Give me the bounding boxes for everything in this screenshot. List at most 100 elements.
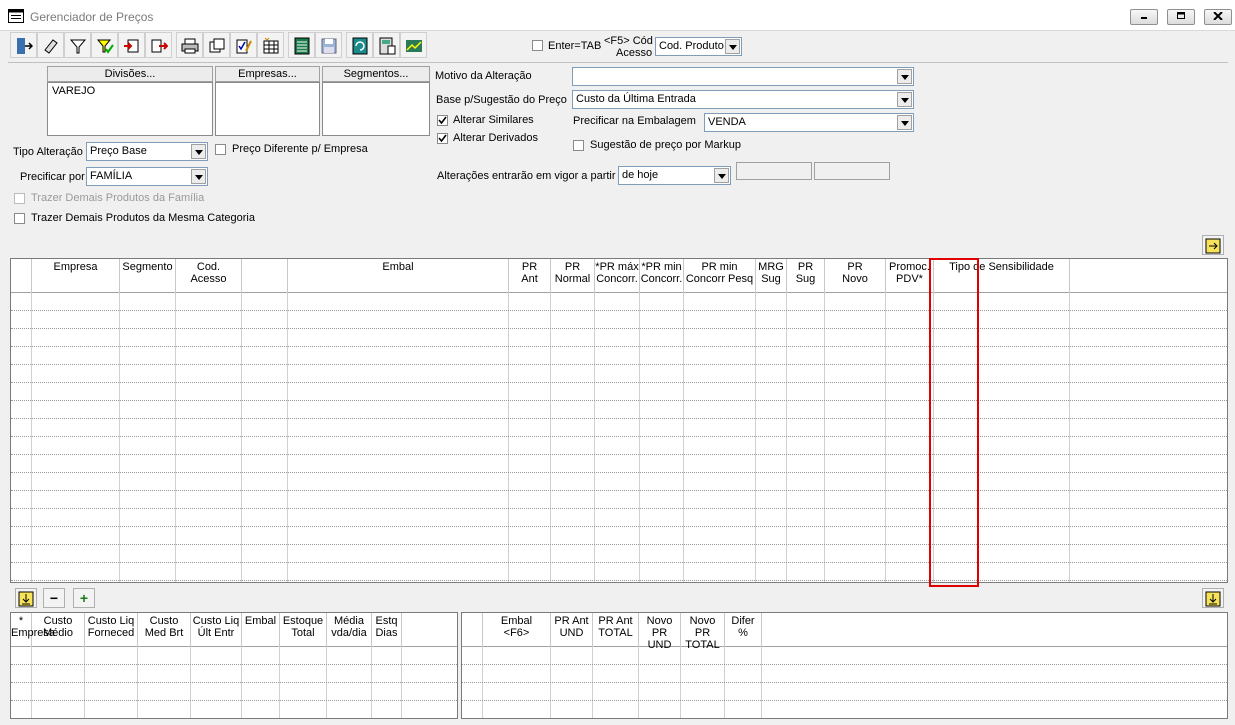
- column-header[interactable]: PR Novo: [825, 259, 886, 292]
- eraser-button[interactable]: [37, 32, 64, 58]
- copy-button[interactable]: [203, 32, 230, 58]
- print-button[interactable]: [176, 32, 203, 58]
- column-header[interactable]: Embal: [242, 613, 280, 646]
- table-row[interactable]: [11, 508, 1227, 509]
- preco-embal-grid[interactable]: Embal <F6> PR Ant UND PR Ant TOTAL Novo PR UND N…: [461, 612, 1228, 719]
- download-right-button[interactable]: [1202, 588, 1224, 608]
- table-row[interactable]: [462, 718, 1228, 719]
- download-button[interactable]: [15, 588, 37, 608]
- edit-check-button[interactable]: [230, 32, 257, 58]
- maximize-button[interactable]: [1167, 9, 1195, 25]
- table-row[interactable]: [11, 346, 1227, 347]
- chevron-down-icon[interactable]: [191, 144, 206, 159]
- alterar-similares-checkbox[interactable]: [437, 115, 448, 126]
- custo-grid-body[interactable]: [11, 646, 458, 719]
- column-header[interactable]: PR min Concorr Pesq: [684, 259, 756, 292]
- table-row[interactable]: [11, 580, 1227, 581]
- column-header[interactable]: Segmento: [120, 259, 176, 292]
- column-header[interactable]: PR Sug: [787, 259, 825, 292]
- alterar-derivados-checkbox[interactable]: [437, 133, 448, 144]
- grid-button[interactable]: [288, 32, 315, 58]
- add-row-button[interactable]: +: [73, 588, 95, 608]
- column-header[interactable]: Média vda/dia: [327, 613, 372, 646]
- export-grid-button[interactable]: [1202, 235, 1224, 255]
- column-header[interactable]: PR Ant UND: [551, 613, 593, 646]
- column-header[interactable]: Custo Médio: [32, 613, 85, 646]
- column-header[interactable]: PR Ant TOTAL: [593, 613, 639, 646]
- remove-row-button[interactable]: −: [43, 588, 65, 608]
- segmentos-list[interactable]: [322, 82, 430, 136]
- vigor-date-start-field[interactable]: [736, 162, 812, 180]
- column-header[interactable]: *PR máx Concorr.: [595, 259, 640, 292]
- export-button[interactable]: [145, 32, 172, 58]
- table-row[interactable]: [462, 700, 1227, 701]
- vigor-date-end-field[interactable]: [814, 162, 890, 180]
- column-header[interactable]: [11, 259, 32, 292]
- table-row[interactable]: [11, 526, 1227, 527]
- column-header[interactable]: Promoc. PDV*: [886, 259, 934, 292]
- segmentos-button[interactable]: Segmentos...: [322, 66, 430, 82]
- column-header[interactable]: Estoque Total: [280, 613, 327, 646]
- table-row[interactable]: [11, 562, 1227, 563]
- table-row[interactable]: [11, 544, 1227, 545]
- table-row[interactable]: [462, 664, 1227, 665]
- table-row[interactable]: [11, 472, 1227, 473]
- chevron-down-icon[interactable]: [725, 39, 740, 54]
- column-header[interactable]: Difer%: [725, 613, 762, 646]
- base-select[interactable]: Custo da Última Entrada: [572, 90, 914, 109]
- list-item[interactable]: VAREJO: [52, 85, 95, 97]
- chevron-down-icon[interactable]: [714, 168, 729, 183]
- column-header[interactable]: Custo Liq Forneced: [85, 613, 138, 646]
- column-header[interactable]: Novo PR UND: [639, 613, 681, 651]
- calculator-button[interactable]: [373, 32, 400, 58]
- precificar-por-select[interactable]: FAMÍLIA: [86, 167, 208, 186]
- column-header[interactable]: Embal <F6>: [483, 613, 551, 646]
- column-header[interactable]: [1070, 259, 1227, 292]
- column-header[interactable]: * Empresa: [11, 613, 55, 646]
- chevron-down-icon[interactable]: [897, 92, 912, 107]
- column-header[interactable]: Embal: [288, 259, 509, 292]
- table-row[interactable]: [11, 664, 457, 665]
- column-header[interactable]: MRG Sug: [756, 259, 787, 292]
- column-header[interactable]: Estq Dias: [372, 613, 402, 646]
- filter-check-button[interactable]: [91, 32, 118, 58]
- save-button[interactable]: [315, 32, 342, 58]
- sugestao-markup-checkbox[interactable]: [573, 140, 584, 151]
- import-button[interactable]: [118, 32, 145, 58]
- column-header[interactable]: Custo Liq Últ Entr: [191, 613, 242, 646]
- embalagem-select[interactable]: VENDA: [704, 113, 914, 132]
- cod-acesso-select[interactable]: Cod. Produto: [655, 37, 742, 56]
- chevron-down-icon[interactable]: [897, 115, 912, 130]
- column-header[interactable]: [462, 613, 483, 646]
- column-header[interactable]: Novo PR TOTAL: [681, 613, 725, 651]
- chevron-down-icon[interactable]: [191, 169, 206, 184]
- column-header[interactable]: Empresa: [32, 259, 120, 292]
- table-row[interactable]: [11, 718, 458, 719]
- main-grid[interactable]: Empresa Segmento Cod. Acesso Embal PR Ant PR Nor…: [10, 258, 1228, 583]
- table-row[interactable]: [11, 490, 1227, 491]
- column-header[interactable]: PR Normal: [551, 259, 595, 292]
- column-header[interactable]: Custo Med Brt: [138, 613, 191, 646]
- close-button[interactable]: [1204, 9, 1232, 25]
- table-row[interactable]: [11, 310, 1227, 311]
- custo-grid[interactable]: * Empresa Custo Médio Custo Liq Forneced Cust…: [10, 612, 458, 719]
- table-row[interactable]: [11, 328, 1227, 329]
- trazer-familia-checkbox[interactable]: [14, 193, 25, 204]
- divisoes-list[interactable]: VAREJO: [47, 82, 213, 136]
- trazer-categoria-checkbox[interactable]: [14, 213, 25, 224]
- empresas-list[interactable]: [215, 82, 320, 136]
- vigor-select[interactable]: de hoje: [618, 166, 731, 185]
- table-row[interactable]: [11, 436, 1227, 437]
- main-grid-body[interactable]: [11, 292, 1227, 582]
- table-row[interactable]: [11, 700, 457, 701]
- column-header[interactable]: [242, 259, 288, 292]
- preco-diferente-checkbox[interactable]: [215, 144, 226, 155]
- table-row[interactable]: [11, 454, 1227, 455]
- enter-tab-checkbox[interactable]: [532, 40, 543, 51]
- table-row[interactable]: [11, 418, 1227, 419]
- divisoes-button[interactable]: Divisões...: [47, 66, 213, 82]
- column-header[interactable]: Cod. Acesso: [176, 259, 242, 292]
- column-header[interactable]: [762, 613, 1227, 646]
- table-button[interactable]: [257, 32, 284, 58]
- table-row[interactable]: [11, 682, 457, 683]
